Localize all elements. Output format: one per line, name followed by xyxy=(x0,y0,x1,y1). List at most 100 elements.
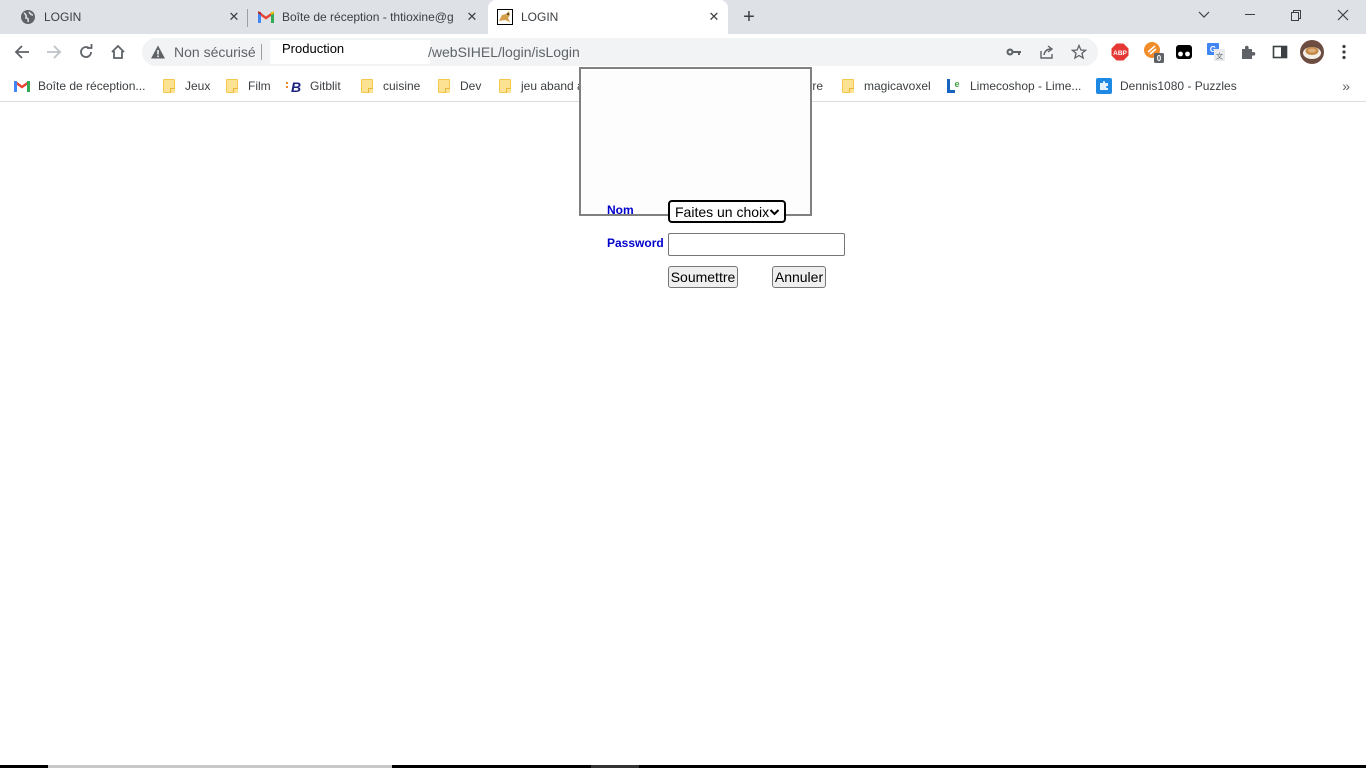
bookmark-label: Limecoshop - Lime... xyxy=(970,79,1082,93)
bookmarks-overflow-button[interactable]: » xyxy=(1342,78,1350,94)
browser-toolbar: Non sécurisé Production /webSIHEL/login/… xyxy=(0,34,1366,70)
close-tab-icon[interactable]: ✕ xyxy=(226,9,242,25)
side-panel-icon xyxy=(1272,45,1288,59)
gitblit-icon: B xyxy=(286,78,302,94)
divider xyxy=(261,44,262,60)
tab-login-active[interactable]: LOGIN ✕ xyxy=(488,0,728,34)
svg-text:文: 文 xyxy=(1216,52,1223,61)
home-button[interactable] xyxy=(104,38,132,66)
bookmark-limecoshop[interactable]: e Limecoshop - Lime... xyxy=(946,76,1081,96)
bookmark-folder-jeux[interactable]: Jeux xyxy=(161,76,210,96)
bookmark-label: Jeux xyxy=(185,79,211,93)
reload-button[interactable] xyxy=(72,38,100,66)
bookmark-label: Dennis1080 - Puzzles xyxy=(1120,79,1237,93)
password-key-icon[interactable] xyxy=(1004,42,1024,62)
google-translate-extension[interactable]: G文 xyxy=(1204,40,1228,64)
password-input[interactable] xyxy=(668,233,845,256)
feedly-icon: 0 xyxy=(1144,42,1164,63)
svg-text:e: e xyxy=(954,79,959,89)
limecoshop-icon: e xyxy=(946,78,962,94)
tab-search-button[interactable] xyxy=(1181,0,1227,30)
login-form-box xyxy=(579,67,812,216)
puzzle-extension-icon xyxy=(1242,45,1256,59)
bookmark-folder-dev[interactable]: Dev xyxy=(436,76,481,96)
folder-icon xyxy=(436,78,452,94)
forward-button[interactable] xyxy=(40,38,68,66)
tab-title: LOGIN xyxy=(44,10,82,24)
abp-extension[interactable]: ABP xyxy=(1108,40,1132,64)
home-icon xyxy=(111,44,125,59)
folder-icon xyxy=(359,78,375,94)
minimize-button[interactable] xyxy=(1227,0,1273,30)
google-translate-icon: G文 xyxy=(1207,43,1225,61)
cancel-button[interactable]: Annuler xyxy=(772,266,826,288)
tomcat-icon xyxy=(497,9,513,25)
tab-login-1[interactable]: LOGIN ✕ xyxy=(20,0,242,34)
security-status[interactable]: Non sécurisé xyxy=(174,44,256,60)
arrow-right-icon xyxy=(47,45,62,59)
restore-icon xyxy=(1291,10,1301,21)
name-label: Nom xyxy=(607,203,634,217)
tab-separator xyxy=(247,9,248,27)
bookmark-gitblit[interactable]: B Gitblit xyxy=(286,76,341,96)
folder-icon xyxy=(497,78,513,94)
abp-icon: ABP xyxy=(1111,43,1129,61)
gmail-icon xyxy=(14,78,30,94)
chevron-down-icon xyxy=(1198,11,1210,18)
reload-icon xyxy=(80,44,93,58)
bookmark-folder-film[interactable]: Film xyxy=(224,76,271,96)
url-host: Production xyxy=(282,41,345,56)
tab-title: Boîte de réception - thtioxine@g xyxy=(282,10,454,24)
svg-text:B: B xyxy=(291,79,301,93)
bookmark-folder-magicavoxel[interactable]: magicavoxel xyxy=(840,76,931,96)
new-tab-button[interactable]: + xyxy=(738,6,760,28)
share-icon[interactable] xyxy=(1037,42,1057,62)
tab-gmail[interactable]: Boîte de réception - thtioxine@g ✕ xyxy=(258,0,480,34)
profile-avatar[interactable] xyxy=(1300,40,1324,64)
tab-strip: LOGIN ✕ Boîte de réception - thtioxine@g… xyxy=(0,0,1366,34)
name-select[interactable]: Faites un choix xyxy=(668,200,786,223)
bookmark-label: cuisine xyxy=(383,79,421,93)
chevron-down-icon xyxy=(769,205,780,222)
bookmark-label: Boîte de réception... xyxy=(38,79,146,93)
bookmark-label: magicavoxel xyxy=(864,79,931,93)
close-tab-icon[interactable]: ✕ xyxy=(464,9,480,25)
bookmark-dennis1080[interactable]: Dennis1080 - Puzzles xyxy=(1096,76,1237,96)
kebab-menu-icon xyxy=(1342,44,1346,60)
bookmark-label: Film xyxy=(248,79,271,93)
tab-title: LOGIN xyxy=(521,10,559,24)
bookmark-gmail[interactable]: Boîte de réception... xyxy=(14,76,145,96)
gmail-icon xyxy=(258,9,274,25)
password-label: Password xyxy=(607,236,664,250)
svg-text:0: 0 xyxy=(1157,54,1162,63)
back-button[interactable] xyxy=(8,38,36,66)
bookmark-folder-cuisine[interactable]: cuisine xyxy=(359,76,420,96)
bookmark-label: Gitblit xyxy=(310,79,341,93)
name-select-value: Faites un choix xyxy=(675,203,770,220)
bookmark-label: Dev xyxy=(460,79,482,93)
restore-button[interactable] xyxy=(1273,0,1319,30)
jigsaw-icon xyxy=(1096,78,1112,94)
extensions-button[interactable] xyxy=(1236,40,1260,64)
warning-icon[interactable] xyxy=(150,44,166,65)
arrow-left-icon xyxy=(14,45,29,59)
close-icon xyxy=(1337,9,1349,21)
coffee-cup-avatar-icon xyxy=(1300,40,1324,64)
folder-icon xyxy=(161,78,177,94)
browser-menu-button[interactable] xyxy=(1332,40,1356,64)
submit-button[interactable]: Soumettre xyxy=(668,266,738,288)
globe-icon xyxy=(20,9,36,25)
svg-text:ABP: ABP xyxy=(1113,50,1127,57)
tampermonkey-icon xyxy=(1176,45,1192,59)
minimize-icon xyxy=(1245,14,1255,15)
close-tab-icon[interactable]: ✕ xyxy=(706,9,722,25)
side-panel-button[interactable] xyxy=(1268,40,1292,64)
folder-icon xyxy=(840,78,856,94)
tampermonkey-extension[interactable] xyxy=(1172,40,1196,64)
close-window-button[interactable] xyxy=(1320,0,1366,30)
bookmark-star-icon[interactable] xyxy=(1069,42,1089,62)
url-path: /webSIHEL/login/isLogin xyxy=(428,44,580,60)
address-bar[interactable]: Non sécurisé Production /webSIHEL/login/… xyxy=(142,38,1098,66)
feedly-extension[interactable]: 0 xyxy=(1142,40,1166,64)
folder-icon xyxy=(224,78,240,94)
